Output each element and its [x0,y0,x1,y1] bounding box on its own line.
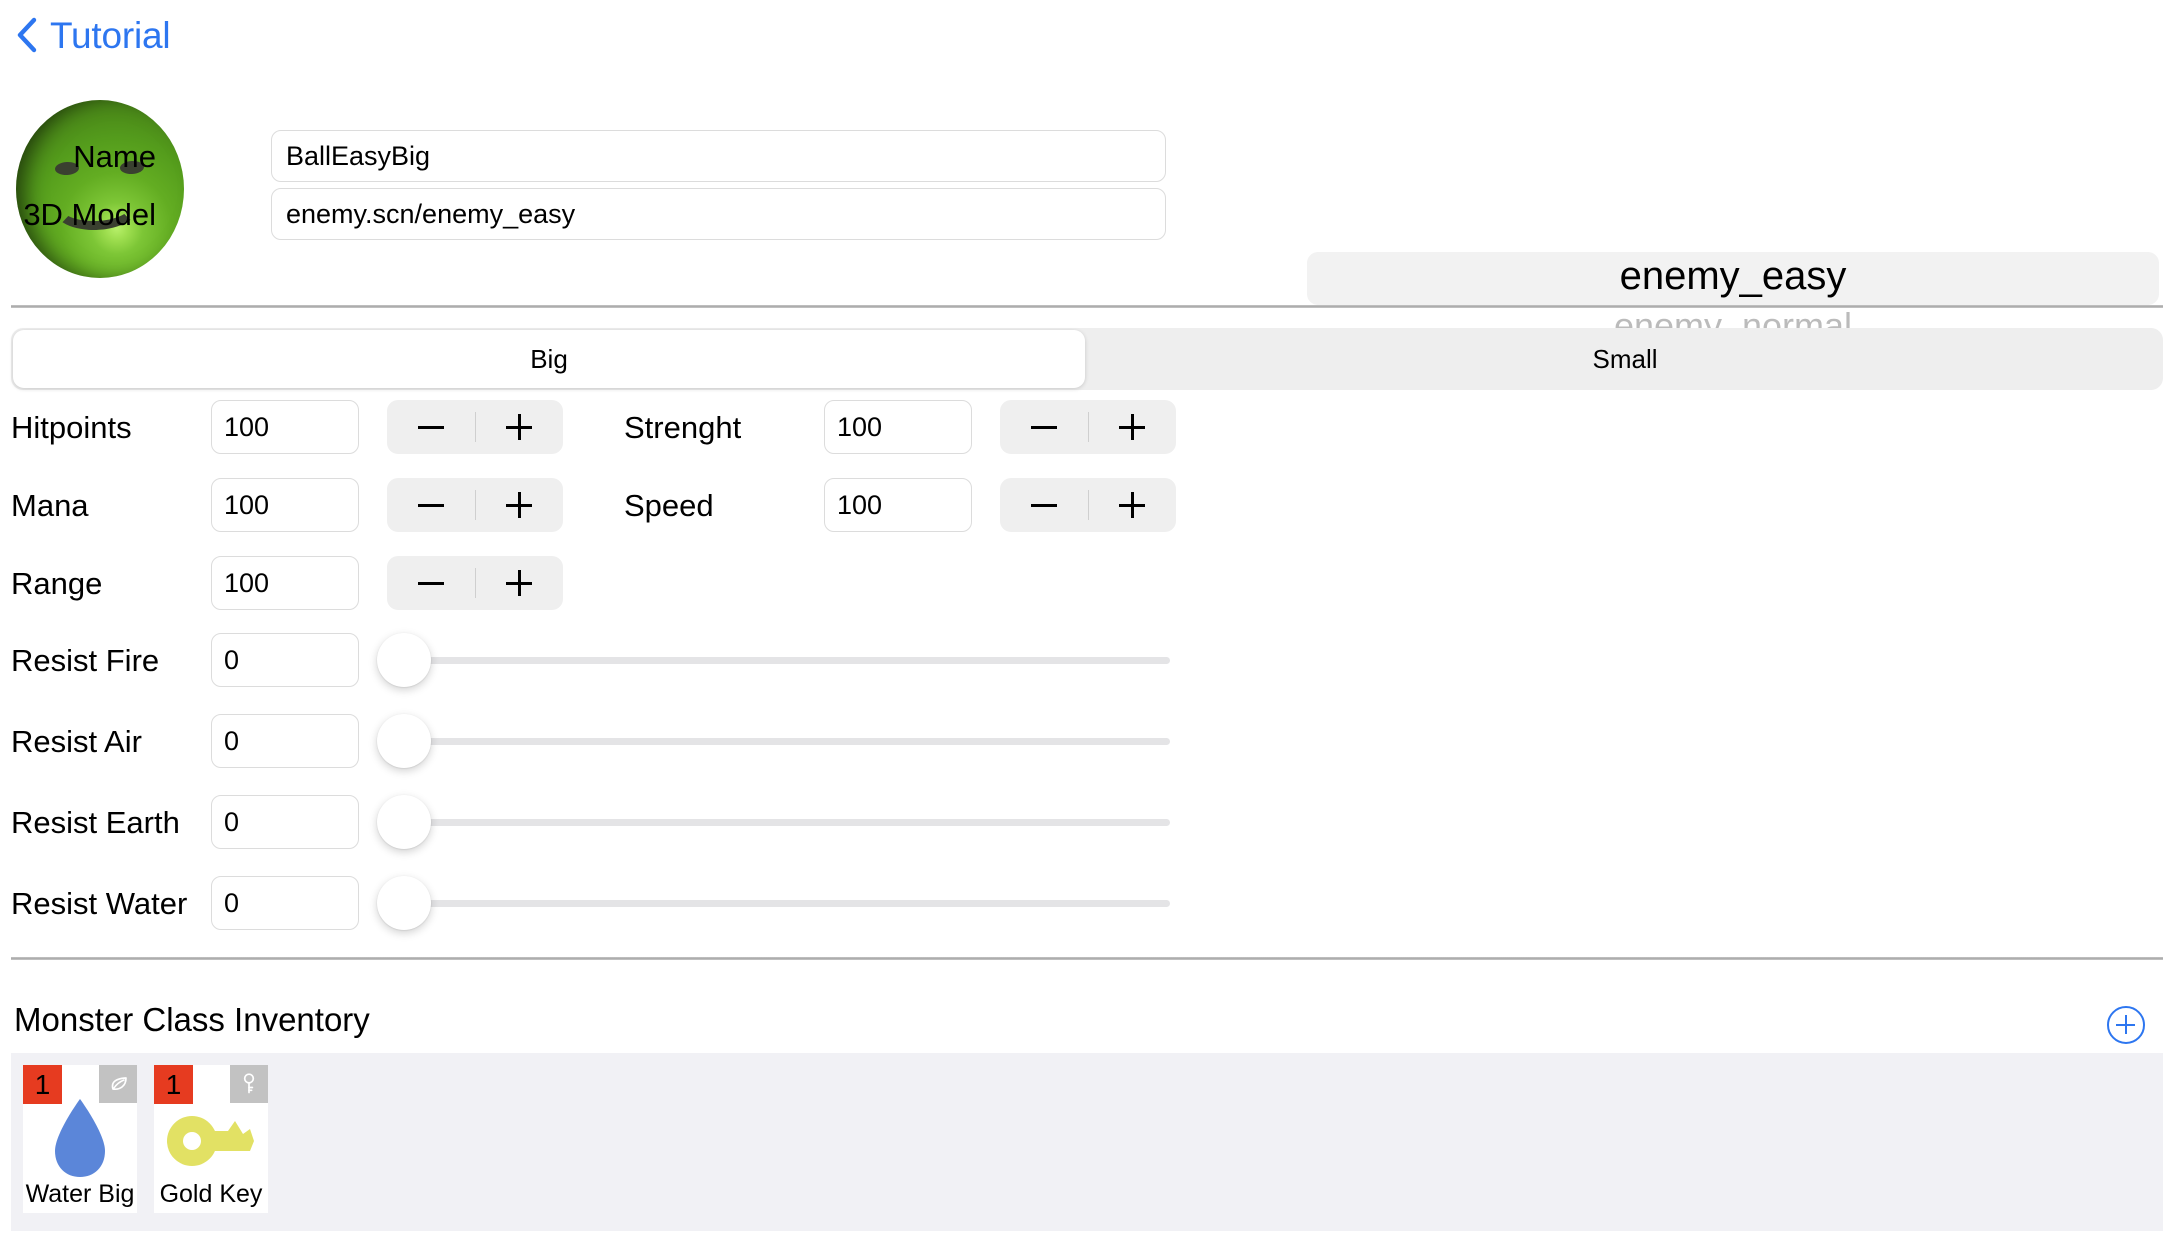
stat-stepper-speed[interactable] [1000,478,1176,532]
minus-icon [1030,425,1057,429]
stat-label-strength: Strenght [624,409,742,445]
slider-thumb[interactable] [377,714,431,768]
stat-row-hitpoints: Hitpoints [11,400,563,454]
resist-input-air[interactable] [211,714,359,768]
stepper-decrement-hitpoints[interactable] [387,400,475,454]
resist-row-air: Resist Air [11,714,1172,768]
back-button[interactable]: Tutorial [16,14,171,56]
model-picker-option-selected[interactable]: enemy_easy [1307,254,2159,299]
stepper-increment-hitpoints[interactable] [476,400,564,454]
inventory-item[interactable]: 1 Water Big [23,1065,137,1213]
segment-big-label: Big [530,343,568,374]
stat-input-hitpoints[interactable] [211,400,359,454]
stepper-decrement-mana[interactable] [387,478,475,532]
segment-small-label: Small [1592,343,1658,374]
slider-track [405,900,1170,907]
stepper-increment-speed[interactable] [1089,478,1177,532]
stepper-decrement-range[interactable] [387,556,475,610]
model-input[interactable] [271,188,1166,240]
resist-input-fire[interactable] [211,633,359,687]
slider-thumb[interactable] [377,876,431,930]
size-segmented-control[interactable]: Big Small [11,328,2163,390]
stat-stepper-hitpoints[interactable] [387,400,563,454]
stat-input-range[interactable] [211,556,359,610]
stat-row-mana: Mana [11,478,563,532]
section-divider-top [11,305,2163,308]
segment-small[interactable]: Small [1089,330,2161,388]
stepper-decrement-speed[interactable] [1000,478,1088,532]
stepper-decrement-strength[interactable] [1000,400,1088,454]
slider-track [405,738,1170,745]
name-field-row: Name [11,130,1166,182]
minus-icon [417,503,444,507]
resist-input-water[interactable] [211,876,359,930]
resist-row-earth: Resist Earth [11,795,1172,849]
gold-key-icon [154,1095,268,1181]
resist-input-earth[interactable] [211,795,359,849]
resist-label-air: Resist Air [11,723,142,759]
stat-stepper-strength[interactable] [1000,400,1176,454]
model-field-label: 3D Model [23,196,156,232]
resist-slider-air[interactable] [377,714,1172,768]
stat-row-range: Range [11,556,563,610]
resist-label-earth: Resist Earth [11,804,180,840]
stat-row-speed: Speed [624,478,1176,532]
stat-stepper-range[interactable] [387,556,563,610]
resist-row-water: Resist Water [11,876,1172,930]
model-field-row: 3D Model [11,188,1166,240]
segment-big[interactable]: Big [13,330,1085,388]
resist-label-water: Resist Water [11,885,188,921]
inventory-item-name: Gold Key [159,1180,263,1208]
stat-input-strength[interactable] [824,400,972,454]
slider-track [405,657,1170,664]
resist-slider-fire[interactable] [377,633,1172,687]
plus-icon [506,570,533,596]
stepper-increment-range[interactable] [476,556,564,610]
monster-class-editor-screen: Tutorial Name 3D Model enemy_easy enemy_… [0,0,2174,1248]
navigation-bar: Tutorial [0,0,2174,70]
minus-icon [417,425,444,429]
inventory-item-name: Water Big [25,1180,135,1208]
chevron-left-icon [16,17,38,53]
slider-thumb[interactable] [377,633,431,687]
plus-icon [506,414,533,440]
monster-header: Name 3D Model enemy_easy enemy_normal [0,78,2174,346]
name-field-label: Name [73,138,156,174]
name-input[interactable] [271,130,1166,182]
stat-label-range: Range [11,565,103,601]
resist-slider-earth[interactable] [377,795,1172,849]
section-divider-bottom [11,957,2163,960]
plus-icon [1119,492,1146,518]
stat-input-mana[interactable] [211,478,359,532]
stat-row-strength: Strenght [624,400,1176,454]
slider-thumb[interactable] [377,795,431,849]
back-button-label: Tutorial [50,14,171,56]
stat-input-speed[interactable] [824,478,972,532]
minus-icon [1030,503,1057,507]
inventory-item[interactable]: 1 Gold Key [154,1065,268,1213]
inventory-strip: 1 Water Big 1 Gold Key [11,1053,2163,1231]
stat-label-hitpoints: Hitpoints [11,409,132,445]
inventory-title: Monster Class Inventory [14,1001,370,1038]
resist-row-fire: Resist Fire [11,633,1172,687]
stepper-increment-strength[interactable] [1089,400,1177,454]
resist-slider-water[interactable] [377,876,1172,930]
stat-label-speed: Speed [624,487,714,523]
add-inventory-item-button[interactable] [2107,1006,2145,1044]
slider-track [405,819,1170,826]
stepper-increment-mana[interactable] [476,478,564,532]
water-drop-icon [23,1095,137,1181]
stat-stepper-mana[interactable] [387,478,563,532]
plus-icon [1119,414,1146,440]
stat-label-mana: Mana [11,487,89,523]
resist-label-fire: Resist Fire [11,642,160,678]
plus-icon [506,492,533,518]
minus-icon [417,581,444,585]
